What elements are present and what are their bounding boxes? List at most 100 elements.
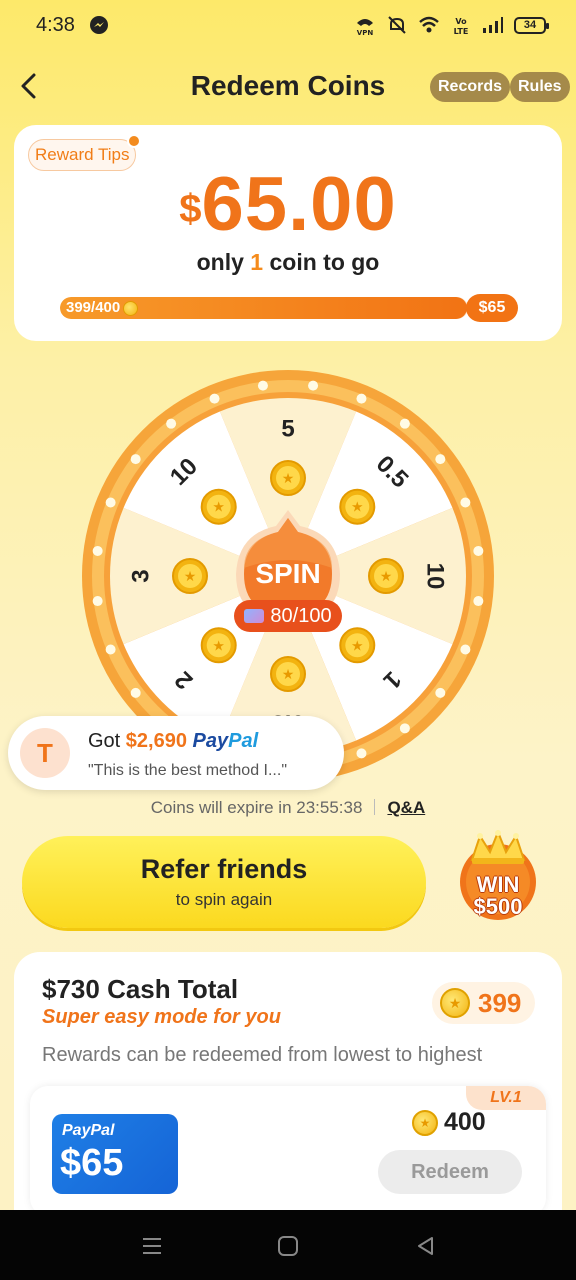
progress-label: 399/400: [66, 297, 139, 319]
wifi-icon: [419, 16, 439, 33]
expire-text: Coins will expire in 23:55:38: [150, 798, 363, 817]
spin-count-text: 80/100: [270, 605, 332, 627]
avatar: T: [20, 728, 70, 778]
status-bar: 4:38 VPN Vo LTE 34: [0, 0, 576, 50]
svg-text:Vo: Vo: [455, 17, 467, 26]
coin-star-icon: ★: [351, 500, 364, 516]
coin-balance: ★ 399: [432, 982, 536, 1024]
rim-light: [460, 644, 471, 655]
battery-icon: 34: [514, 16, 549, 34]
coin-icon: [123, 300, 139, 316]
tier-cost-value: 400: [444, 1108, 486, 1136]
coin-icon: ★: [412, 1109, 438, 1136]
back-icon[interactable]: [414, 1234, 438, 1258]
coins-to-go-count: 1: [250, 249, 264, 275]
svg-text:LTE: LTE: [454, 27, 469, 36]
rim-light: [399, 418, 410, 429]
wheel-segment-label: 3: [127, 569, 154, 582]
volte-icon: Vo LTE: [454, 17, 469, 36]
coin-star-icon: ★: [212, 638, 225, 654]
expire-row: Coins will expire in 23:55:38 Q&A: [0, 798, 576, 818]
reward-card: Reward Tips $65.00 only 1 coin to go 399…: [14, 125, 562, 341]
winner-toast: T Got $2,690 PayPal "This is the best me…: [8, 716, 344, 790]
header: Redeem Coins Records Rules: [0, 58, 576, 114]
paypal-gift-card: PayPal $65: [52, 1114, 178, 1194]
svg-text:VPN: VPN: [357, 29, 374, 36]
coin-star-icon: ★: [282, 471, 295, 487]
coin-star-icon: ★: [212, 500, 225, 516]
cash-card: $730 Cash Total Super easy mode for you …: [14, 952, 562, 1242]
rim-light: [435, 454, 446, 465]
reward-value: 65.00: [201, 162, 397, 247]
paypal-card-brand: PayPal: [62, 1122, 115, 1139]
rim-light: [473, 545, 484, 556]
wheel-segment-label: 10: [422, 563, 449, 590]
coin-star-icon: ★: [184, 569, 197, 585]
progress-text: 399/400: [66, 299, 121, 316]
rim-light: [92, 596, 103, 607]
home-icon[interactable]: [276, 1234, 300, 1258]
level-badge: LV.1: [466, 1086, 546, 1110]
toast-amount: $2,690: [125, 730, 187, 752]
signal-icon: [483, 17, 503, 33]
rim-light: [435, 687, 446, 698]
rim-light: [130, 454, 141, 465]
coin-star-icon: ★: [380, 569, 393, 585]
wheel-segment-label: 5: [281, 415, 294, 442]
reward-tier-card: LV.1 PayPal $65 ★ 400 Redeem: [30, 1086, 546, 1216]
target-badge: $65: [466, 294, 518, 322]
rim-light: [460, 497, 471, 508]
messenger-icon: [89, 16, 108, 34]
refer-title: Refer friends: [140, 854, 308, 884]
paypal-logo-pay: Pay: [192, 730, 229, 752]
records-button[interactable]: Records: [430, 72, 511, 102]
status-time: 4:38: [36, 13, 75, 36]
coins-to-go-text: only 1 coin to go: [14, 249, 562, 276]
cash-description: Rewards can be redeemed from lowest to h…: [42, 1044, 483, 1066]
rules-button[interactable]: Rules: [510, 72, 570, 102]
status-icons: VPN Vo LTE 34: [354, 14, 549, 36]
win-line2: $500: [473, 894, 523, 919]
reward-currency: $: [179, 187, 202, 231]
paypal-card-amount: $65: [60, 1142, 124, 1184]
spin-count: 80/100: [234, 600, 342, 632]
rim-light: [209, 393, 220, 404]
toast-headline: Got $2,690 PayPal: [88, 730, 258, 753]
rim-light: [257, 380, 268, 391]
tier-cost: ★ 400: [412, 1108, 486, 1137]
system-nav-bar: [0, 1210, 576, 1280]
coins-to-go-prefix: only: [196, 249, 251, 275]
cash-title: $730 Cash Total: [42, 974, 239, 1004]
qa-link[interactable]: Q&A: [387, 798, 425, 817]
coin-star-icon: ★: [351, 638, 364, 654]
mute-icon: [388, 16, 406, 34]
coins-to-go-suffix: coin to go: [263, 249, 380, 275]
rim-light: [130, 687, 141, 698]
win-line1: WIN: [476, 872, 520, 897]
rim-light: [356, 748, 367, 759]
paypal-logo-pal: Pal: [228, 730, 259, 752]
toast-got: Got: [88, 730, 126, 752]
vpn-icon: VPN: [357, 19, 374, 36]
refer-subtitle: to spin again: [175, 890, 273, 909]
rim-light: [105, 497, 116, 508]
cash-subtitle: Super easy mode for you: [42, 1006, 281, 1028]
menu-icon[interactable]: [140, 1234, 164, 1258]
coin-star-icon: ★: [282, 667, 295, 683]
win-text: WIN $500: [458, 874, 538, 918]
rim-light: [473, 596, 484, 607]
coin-balance-value: 399: [478, 987, 522, 1018]
rim-light: [166, 418, 177, 429]
redeem-button[interactable]: Redeem: [378, 1150, 522, 1194]
refer-friends-button[interactable]: Refer friends to spin again: [22, 836, 426, 928]
divider: [374, 799, 376, 815]
rim-light: [92, 545, 103, 556]
ticket-icon: [244, 609, 265, 623]
rim-light: [399, 723, 410, 734]
coin-icon: ★: [440, 988, 470, 1018]
rim-light: [356, 393, 367, 404]
reward-amount: $65.00: [14, 161, 562, 248]
notification-dot: [127, 134, 142, 148]
rim-light: [308, 380, 319, 391]
paypal-logo: PayPal: [193, 730, 259, 752]
